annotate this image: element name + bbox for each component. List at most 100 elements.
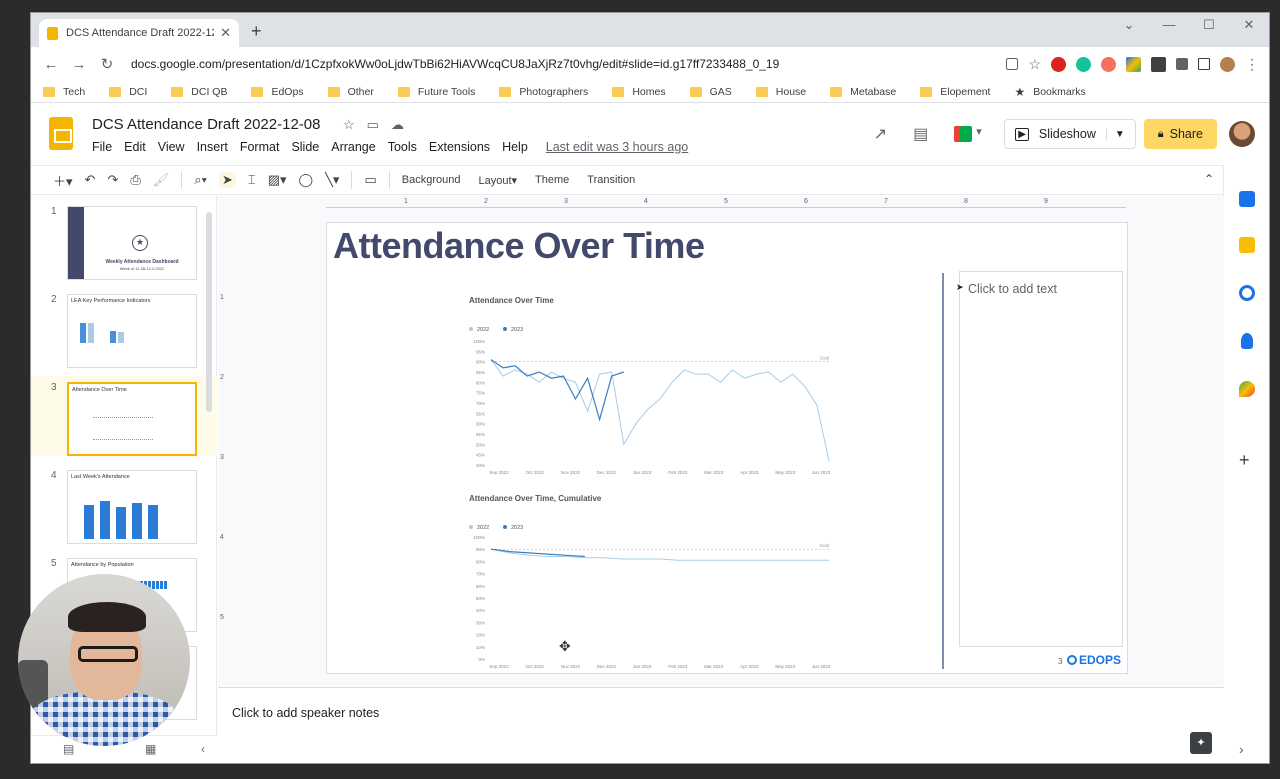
text-placeholder-box[interactable]: ➤ Click to add text [956,271,1123,647]
new-slide-icon[interactable]: ＋▾ [53,171,73,190]
extension-dots-icon[interactable] [1151,56,1166,72]
star-icon[interactable]: ☆ [343,117,367,132]
menu-insert[interactable]: Insert [197,140,228,154]
bookmark-item[interactable]: Homes [612,86,666,98]
collapse-filmstrip-icon[interactable]: ‹ [201,742,205,756]
menu-arrange[interactable]: Arrange [331,140,375,154]
explore-icon[interactable]: ✦ [1190,732,1212,754]
side-panel-icon[interactable] [1198,58,1210,70]
profile-avatar-icon[interactable] [1220,56,1235,72]
comment-add-icon[interactable]: ▭ [364,172,376,188]
filmstrip-slide-1[interactable]: 1 ★ Weekly Attendance Dashboard Week of … [31,200,217,280]
close-tab-icon[interactable]: ✕ [220,25,231,41]
bookmark-star-icon[interactable]: ☆ [1028,56,1041,73]
bookmark-item[interactable]: DCI [109,86,147,98]
keep-icon[interactable] [1239,237,1255,253]
menu-file[interactable]: File [92,140,112,154]
insert-image-icon[interactable]: ▨▾ [268,172,287,188]
current-slide[interactable]: Attendance Over Time ➤ Click to add text… [326,222,1128,674]
bookmark-item[interactable]: Tech [43,86,85,98]
bookmark-item[interactable]: House [755,86,806,98]
redo-icon[interactable]: ↷ [107,172,118,188]
slide-title[interactable]: Attendance Over Time [333,225,705,267]
browser-tab[interactable]: DCS Attendance Draft 2022-12-0 ✕ [39,19,239,47]
last-edit-link[interactable]: Last edit was 3 hours ago [546,140,688,154]
bookmark-item[interactable]: ★ Bookmarks [1014,85,1085,99]
folder-icon [830,86,843,97]
close-window-icon[interactable]: ✕ [1229,13,1269,41]
bookmark-item[interactable]: DCI QB [171,86,227,98]
undo-icon[interactable]: ↶ [85,172,96,188]
drive-extension-icon[interactable] [1126,56,1141,72]
layout-button[interactable]: Layout▾ [478,174,517,187]
bookmark-item[interactable]: Photographers [499,86,588,98]
collapse-toolbar-icon[interactable]: ⌃ [1204,172,1214,186]
text-box-icon[interactable]: ⌶ [248,172,256,188]
bookmark-item[interactable]: Metabase [830,86,896,98]
chart-image[interactable]: Attendance Over Time 2022 2023 100% 95% 90% 85… [467,289,837,679]
puzzle-extensions-icon[interactable] [1176,58,1188,70]
menu-format[interactable]: Format [240,140,280,154]
browser-menu-icon[interactable]: ⋮ [1245,56,1259,73]
calendar-icon[interactable] [1239,191,1255,207]
meet-icon[interactable] [954,123,988,145]
back-icon[interactable]: ← [37,56,65,73]
shape-icon[interactable]: ◯ [299,172,314,188]
comments-icon[interactable]: ▤ [913,124,928,144]
speaker-notes[interactable]: Click to add speaker notes ✦ [218,687,1224,763]
menu-edit[interactable]: Edit [124,140,146,154]
account-avatar[interactable] [1229,121,1255,147]
brave-extension-icon[interactable] [1101,56,1116,72]
slide-number-label: 3 [1058,657,1063,666]
filmstrip-scrollbar[interactable] [206,212,212,412]
slideshow-dropdown-icon[interactable]: ▼ [1105,128,1125,140]
bookmark-item[interactable]: GAS [689,86,732,98]
minimize-icon[interactable]: — [1149,13,1189,41]
new-tab-icon[interactable]: + [251,21,262,42]
theme-button[interactable]: Theme [535,174,569,186]
move-folder-icon[interactable]: ▭ [367,117,391,132]
reload-icon[interactable]: ↻ [93,55,121,73]
menu-help[interactable]: Help [502,140,528,154]
menu-slide[interactable]: Slide [291,140,319,154]
contacts-icon[interactable] [1241,333,1253,349]
filmstrip-slide-3[interactable]: 3 Attendance Over Time [31,376,217,456]
share-page-icon[interactable] [1006,58,1019,70]
print-icon[interactable]: ⎙ [130,172,140,188]
filmstrip-slide-2[interactable]: 2 LEA Key Performance Indicators [31,288,217,368]
menu-tools[interactable]: Tools [388,140,417,154]
menu-extensions[interactable]: Extensions [429,140,490,154]
tasks-icon[interactable] [1239,285,1255,301]
expand-panel-icon[interactable]: › [1239,741,1244,757]
maps-icon[interactable] [1239,381,1255,397]
doc-title[interactable]: DCS Attendance Draft 2022-12-08 [92,116,320,133]
bookmark-item[interactable]: Future Tools [397,86,475,98]
share-button[interactable]: 🔒︎ Share [1143,119,1217,149]
bookmark-item[interactable]: Other [327,86,374,98]
tab-search-icon[interactable]: ⌄ [1109,13,1149,41]
get-addons-icon[interactable]: + [1239,451,1250,469]
vertical-ruler[interactable]: 1 2 3 4 5 [220,216,230,676]
grammarly-extension-icon[interactable] [1076,56,1091,72]
paint-format-icon[interactable]: 🖌︎ [153,172,170,188]
menu-view[interactable]: View [158,140,185,154]
divider-line[interactable] [942,273,944,669]
select-cursor-icon[interactable]: ➤ [219,172,236,188]
background-button[interactable]: Background [402,174,461,186]
line-icon[interactable]: ╲▾ [325,172,339,188]
bookmark-item[interactable]: Elopement [920,86,990,98]
y-tick-label: 65% [476,411,485,416]
bookmark-item[interactable]: EdOps [251,86,304,98]
slides-logo-icon[interactable] [49,117,73,150]
cloud-status-icon[interactable]: ☁ [391,117,416,132]
opera-extension-icon[interactable] [1051,56,1066,72]
filmstrip-slide-4[interactable]: 4 Last Week's Attendance [31,464,217,544]
transition-button[interactable]: Transition [587,174,635,186]
maximize-icon[interactable]: ☐ [1189,13,1229,41]
slideshow-button[interactable]: ▶ Slideshow ▼ [1004,119,1136,149]
zoom-icon[interactable]: ⌕▾ [194,172,207,188]
horizontal-ruler[interactable]: 1 2 3 4 5 6 7 8 9 [326,198,1126,208]
address-bar[interactable]: docs.google.com/presentation/d/1CzpfxokW… [131,57,1006,71]
activity-trend-icon[interactable]: ↗ [874,124,887,144]
forward-icon[interactable]: → [65,56,93,73]
